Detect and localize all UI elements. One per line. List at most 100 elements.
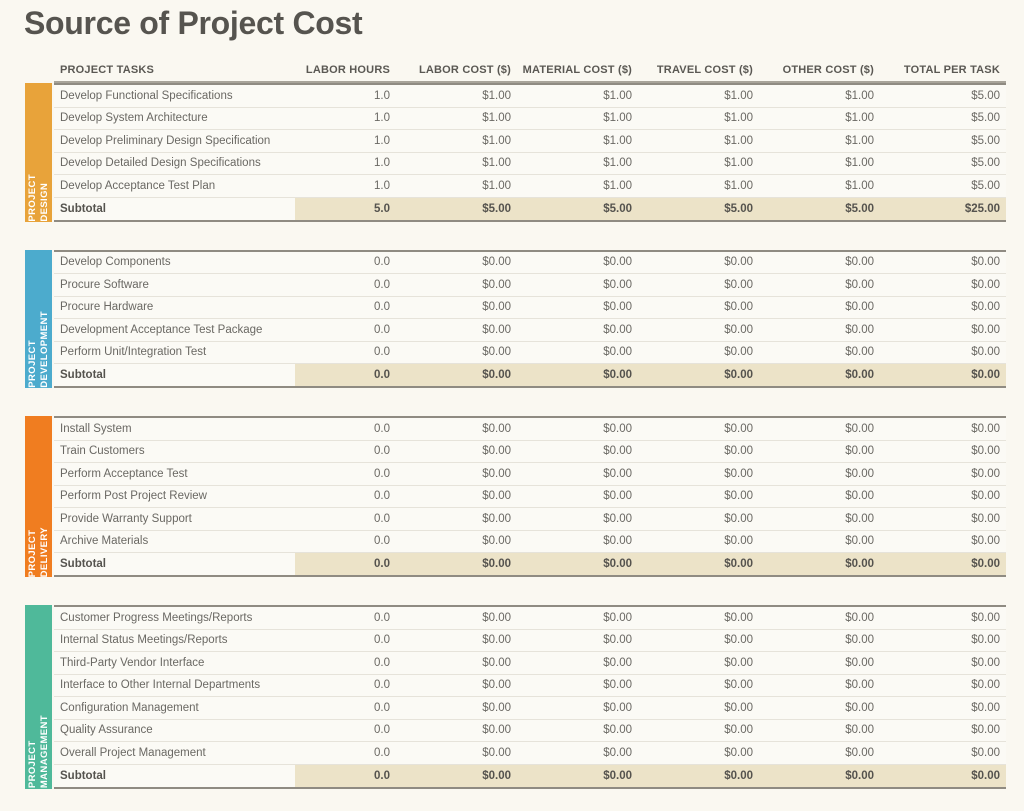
table-row[interactable]: Perform Unit/Integration Test 0.0 $0.00 $0.…	[54, 341, 1006, 364]
cell-labor[interactable]: $1.00	[396, 107, 517, 130]
cell-task[interactable]: Subtotal	[54, 763, 295, 788]
cell-hours[interactable]: 0.0	[295, 462, 396, 486]
cell-material[interactable]: $0.00	[517, 273, 638, 297]
table-row[interactable]: Development Acceptance Test Package 0.0 $0…	[54, 318, 1006, 342]
cell-travel[interactable]: $1.00	[638, 152, 759, 175]
cell-total[interactable]: $0.00	[880, 296, 1006, 319]
table-row[interactable]: Archive Materials 0.0 $0.00 $0.00 $0.00 $0.00…	[54, 530, 1006, 553]
cell-material[interactable]: $0.00	[517, 741, 638, 765]
cell-travel[interactable]: $0.00	[638, 363, 759, 387]
cell-travel[interactable]: $0.00	[638, 440, 759, 463]
cell-material[interactable]: $1.00	[517, 107, 638, 130]
cell-task[interactable]: Subtotal	[54, 363, 295, 387]
cell-total[interactable]: $0.00	[880, 250, 1006, 274]
cell-other[interactable]: $1.00	[759, 107, 880, 130]
cell-material[interactable]: $0.00	[517, 552, 638, 576]
cell-travel[interactable]: $1.00	[638, 174, 759, 198]
cell-other[interactable]: $0.00	[759, 552, 880, 576]
cell-task[interactable]: Develop Preliminary Design Specification	[54, 129, 295, 153]
cell-task[interactable]: Customer Progress Meetings/Reports	[54, 606, 295, 630]
cell-other[interactable]: $0.00	[759, 741, 880, 765]
cell-hours[interactable]: 0.0	[295, 417, 396, 441]
table-row[interactable]: Train Customers 0.0 $0.00 $0.00 $0.00 $0.00 $0…	[54, 440, 1006, 463]
table-row[interactable]: Internal Status Meetings/Reports 0.0 $0.00…	[54, 629, 1006, 652]
cell-material[interactable]: $0.00	[517, 507, 638, 531]
cell-labor[interactable]: $0.00	[396, 763, 517, 788]
cell-total[interactable]: $0.00	[880, 273, 1006, 297]
cell-other[interactable]: $0.00	[759, 651, 880, 675]
cell-labor[interactable]: $0.00	[396, 606, 517, 630]
cell-hours[interactable]: 0.0	[295, 719, 396, 742]
cell-material[interactable]: $0.00	[517, 462, 638, 486]
cell-task[interactable]: Perform Unit/Integration Test	[54, 341, 295, 364]
cell-task[interactable]: Train Customers	[54, 440, 295, 463]
cell-hours[interactable]: 0.0	[295, 530, 396, 553]
table-row[interactable]: Third-Party Vendor Interface 0.0 $0.00 $0.0…	[54, 651, 1006, 675]
cell-hours[interactable]: 0.0	[295, 440, 396, 463]
cell-hours[interactable]: 0.0	[295, 341, 396, 364]
cell-task[interactable]: Interface to Other Internal Departments	[54, 674, 295, 697]
cell-hours[interactable]: 0.0	[295, 296, 396, 319]
cell-hours[interactable]: 1.0	[295, 152, 396, 175]
cell-material[interactable]: $0.00	[517, 651, 638, 675]
cell-travel[interactable]: $0.00	[638, 296, 759, 319]
cell-material[interactable]: $1.00	[517, 152, 638, 175]
cell-task[interactable]: Overall Project Management	[54, 741, 295, 765]
cell-material[interactable]: $1.00	[517, 129, 638, 153]
cell-other[interactable]: $0.00	[759, 363, 880, 387]
cell-hours[interactable]: 0.0	[295, 250, 396, 274]
cell-travel[interactable]: $0.00	[638, 552, 759, 576]
cell-total[interactable]: $25.00	[880, 196, 1006, 221]
cell-other[interactable]: $0.00	[759, 273, 880, 297]
cell-labor[interactable]: $0.00	[396, 629, 517, 652]
cell-material[interactable]: $5.00	[517, 196, 638, 221]
cell-total[interactable]: $5.00	[880, 152, 1006, 175]
cell-other[interactable]: $0.00	[759, 719, 880, 742]
cell-material[interactable]: $0.00	[517, 417, 638, 441]
cell-total[interactable]: $5.00	[880, 174, 1006, 198]
cell-hours[interactable]: 1.0	[295, 129, 396, 153]
cell-material[interactable]: $0.00	[517, 296, 638, 319]
table-row[interactable]: Customer Progress Meetings/Reports 0.0 $0.…	[54, 606, 1006, 630]
cell-total[interactable]: $0.00	[880, 606, 1006, 630]
subtotal-row[interactable]: Subtotal 0.0 $0.00 $0.00 $0.00 $0.00 $0.00	[54, 552, 1006, 576]
cell-other[interactable]: $0.00	[759, 417, 880, 441]
cell-material[interactable]: $0.00	[517, 674, 638, 697]
table-row[interactable]: Overall Project Management 0.0 $0.00 $0.00 $…	[54, 741, 1006, 765]
cell-task[interactable]: Develop System Architecture	[54, 107, 295, 130]
cell-travel[interactable]: $0.00	[638, 341, 759, 364]
subtotal-row[interactable]: Subtotal 0.0 $0.00 $0.00 $0.00 $0.00 $0.00	[54, 763, 1006, 788]
cell-travel[interactable]: $0.00	[638, 719, 759, 742]
cell-labor[interactable]: $0.00	[396, 741, 517, 765]
table-row[interactable]: Interface to Other Internal Departments 0…	[54, 674, 1006, 697]
cell-labor[interactable]: $0.00	[396, 363, 517, 387]
cell-hours[interactable]: 0.0	[295, 485, 396, 508]
cell-labor[interactable]: $0.00	[396, 341, 517, 364]
subtotal-row[interactable]: Subtotal 0.0 $0.00 $0.00 $0.00 $0.00 $0.00	[54, 363, 1006, 387]
cell-other[interactable]: $1.00	[759, 129, 880, 153]
cell-labor[interactable]: $0.00	[396, 719, 517, 742]
table-row[interactable]: Quality Assurance 0.0 $0.00 $0.00 $0.00 $0.00…	[54, 719, 1006, 742]
cell-total[interactable]: $0.00	[880, 629, 1006, 652]
cell-hours[interactable]: 0.0	[295, 552, 396, 576]
cell-hours[interactable]: 0.0	[295, 507, 396, 531]
cell-travel[interactable]: $1.00	[638, 107, 759, 130]
cell-travel[interactable]: $0.00	[638, 741, 759, 765]
cell-task[interactable]: Perform Post Project Review	[54, 485, 295, 508]
table-row[interactable]: Develop System Architecture 1.0 $1.00 $1.00…	[54, 107, 1006, 130]
cell-hours[interactable]: 1.0	[295, 107, 396, 130]
cell-travel[interactable]: $0.00	[638, 606, 759, 630]
cell-labor[interactable]: $1.00	[396, 84, 517, 108]
cell-travel[interactable]: $0.00	[638, 417, 759, 441]
cell-travel[interactable]: $0.00	[638, 696, 759, 720]
cell-labor[interactable]: $0.00	[396, 552, 517, 576]
cell-labor[interactable]: $1.00	[396, 174, 517, 198]
cell-task[interactable]: Develop Functional Specifications	[54, 84, 295, 108]
cell-task[interactable]: Archive Materials	[54, 530, 295, 553]
cell-labor[interactable]: $0.00	[396, 674, 517, 697]
cell-travel[interactable]: $0.00	[638, 273, 759, 297]
cell-other[interactable]: $0.00	[759, 318, 880, 342]
table-row[interactable]: Provide Warranty Support 0.0 $0.00 $0.00 $0.…	[54, 507, 1006, 531]
cell-material[interactable]: $0.00	[517, 763, 638, 788]
cell-labor[interactable]: $0.00	[396, 440, 517, 463]
